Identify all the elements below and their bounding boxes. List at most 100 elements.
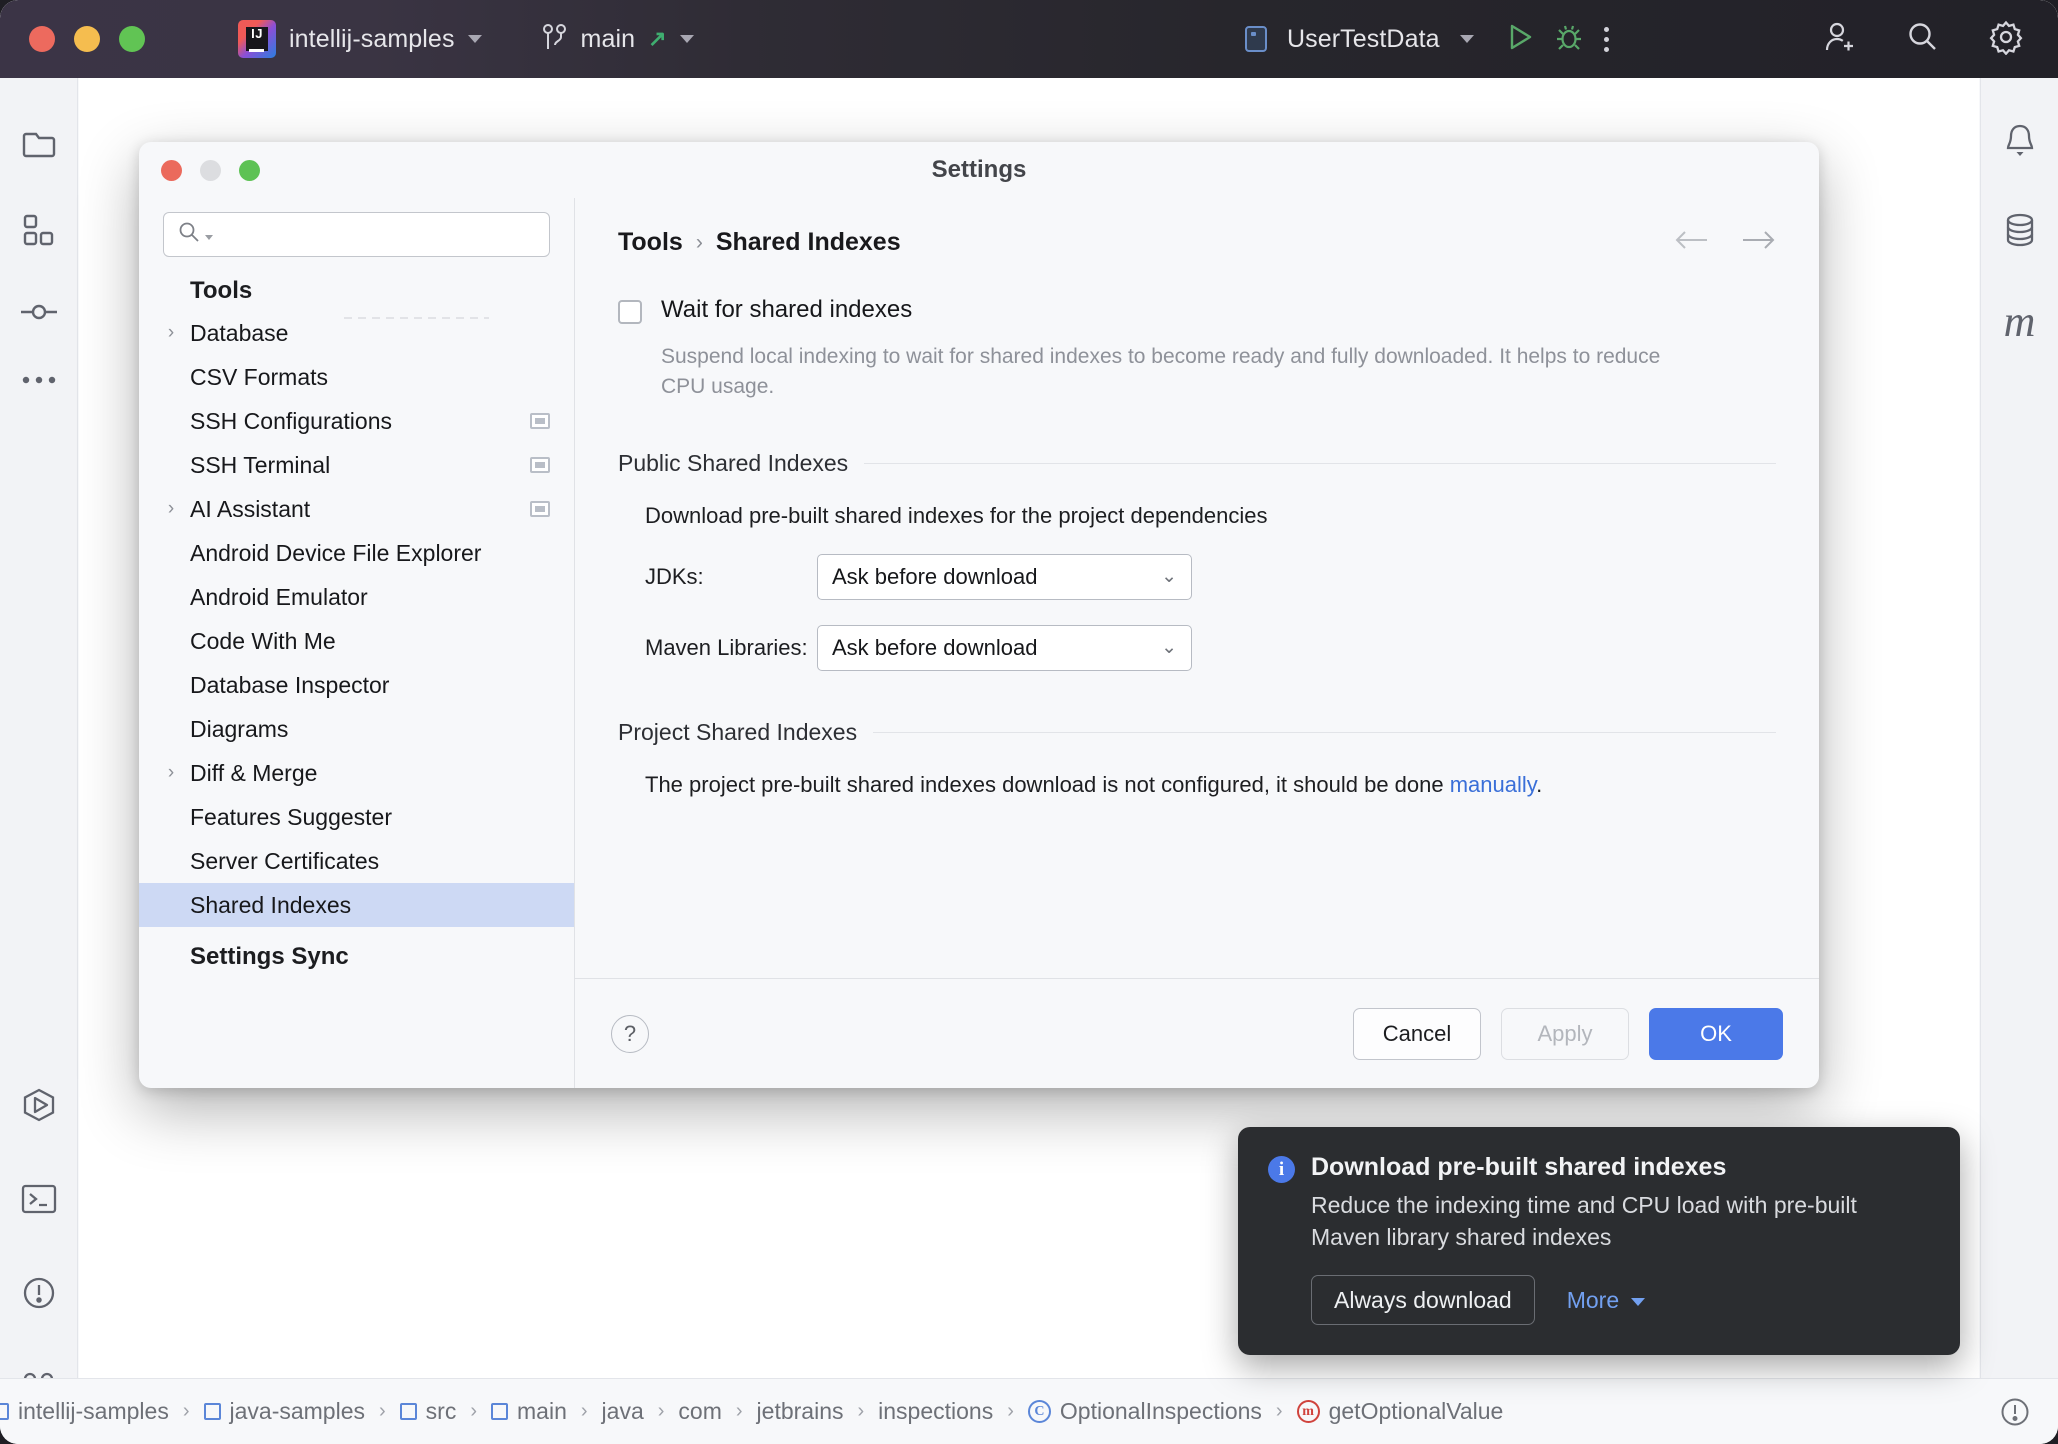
breadcrumb-item-com[interactable]: com (678, 1398, 721, 1425)
run-configuration-label[interactable]: UserTestData (1287, 25, 1440, 54)
breadcrumb-item-inspections[interactable]: inspections (878, 1398, 993, 1425)
chevron-down-icon[interactable] (1460, 35, 1474, 43)
maven-libraries-field-row: Maven Libraries: Ask before download ⌄ (645, 625, 1776, 671)
settings-tree-item-label: CSV Formats (190, 364, 328, 391)
notifications-bell-icon[interactable] (2001, 122, 2039, 167)
settings-tree-item-diagrams[interactable]: Diagrams (139, 707, 574, 751)
settings-tree-item-ai-assistant[interactable]: › AI Assistant (139, 487, 574, 531)
settings-tree-item-code-with-me[interactable]: Code With Me (139, 619, 574, 663)
non-project-setting-icon (530, 413, 550, 429)
settings-tree-item-label: Android Emulator (190, 584, 368, 611)
settings-tree-item-database-inspector[interactable]: Database Inspector (139, 663, 574, 707)
chevron-right-icon[interactable]: › (162, 762, 180, 784)
breadcrumb-item-intellij-samples[interactable]: intellij-samples (0, 1398, 169, 1425)
settings-tree-item-diff-merge[interactable]: ›Diff & Merge (139, 751, 574, 795)
commit-icon[interactable] (19, 300, 59, 329)
jdks-combobox[interactable]: Ask before download ⌄ (817, 554, 1192, 600)
window-traffic-lights[interactable] (29, 26, 145, 52)
maven-icon[interactable]: m (2004, 300, 2036, 344)
search-icon[interactable] (1905, 20, 1939, 59)
minimize-window-button[interactable] (74, 26, 100, 52)
settings-dialog: Settings Tools (139, 142, 1819, 1088)
settings-tree-item-csv-formats[interactable]: CSV Formats (139, 355, 574, 399)
run-icon[interactable] (1506, 22, 1534, 57)
more-tool-windows-icon[interactable] (20, 373, 58, 391)
navigation-bar: intellij-samples›java-samples›src›main›j… (0, 1378, 2058, 1444)
maven-libraries-combobox[interactable]: Ask before download ⌄ (817, 625, 1192, 671)
terminal-icon[interactable] (20, 1183, 58, 1220)
run-tool-window-icon[interactable] (20, 1086, 58, 1129)
breadcrumb-item-src[interactable]: src (400, 1398, 457, 1425)
back-arrow-icon[interactable] (1674, 229, 1708, 256)
settings-tree-item-android-emulator[interactable]: Android Emulator (139, 575, 574, 619)
apply-button: Apply (1501, 1008, 1629, 1060)
breadcrumb-item-optionalinspections[interactable]: COptionalInspections (1028, 1398, 1262, 1425)
breadcrumb-item-jetbrains[interactable]: jetbrains (757, 1398, 844, 1425)
always-download-button[interactable]: Always download (1311, 1275, 1535, 1325)
settings-tree-item-shared-indexes[interactable]: Shared Indexes (139, 883, 574, 927)
breadcrumb-item-label: OptionalInspections (1060, 1398, 1262, 1425)
cancel-button[interactable]: Cancel (1353, 1008, 1481, 1060)
search-filter-chevron-icon[interactable] (205, 235, 213, 240)
ok-button[interactable]: OK (1649, 1008, 1783, 1060)
dialog-title-bar: Settings (139, 142, 1819, 198)
breadcrumb-item-label: com (678, 1398, 721, 1425)
settings-tree[interactable]: Tools ›DatabaseCSV FormatsSSH Configurat… (139, 257, 574, 1088)
breadcrumb-item-java-samples[interactable]: java-samples (204, 1398, 366, 1425)
settings-search-input[interactable] (218, 213, 549, 256)
more-vertical-icon[interactable] (1604, 27, 1609, 52)
settings-tree-item-android-device-file-explorer[interactable]: Android Device File Explorer (139, 531, 574, 575)
breadcrumb-item-label: jetbrains (757, 1398, 844, 1425)
project-selector[interactable]: IJ intellij-samples (238, 20, 482, 58)
breadcrumb-parent[interactable]: Tools (618, 228, 683, 257)
git-branch-icon (542, 22, 568, 57)
settings-tree-item-label: SSH Terminal (190, 452, 330, 479)
account-add-icon[interactable] (1820, 19, 1856, 60)
wait-for-shared-indexes-row[interactable]: Wait for shared indexes (618, 296, 1776, 324)
settings-tree-item-label: Database (190, 320, 288, 347)
project-section-title: Project Shared Indexes (618, 719, 857, 746)
right-tool-window-bar: m (1980, 78, 2058, 1444)
problems-status-icon[interactable] (1998, 1395, 2032, 1429)
chevron-right-icon[interactable]: › (162, 498, 180, 520)
settings-tree-item-ssh-configurations[interactable]: SSH Configurations (139, 399, 574, 443)
gear-icon[interactable] (1988, 19, 2024, 60)
settings-tree-item-server-certificates[interactable]: Server Certificates (139, 839, 574, 883)
close-window-button[interactable] (29, 26, 55, 52)
breadcrumb-separator: › (696, 231, 703, 255)
module-icon (0, 1403, 9, 1420)
breadcrumb-separator: › (581, 1400, 588, 1423)
manually-link[interactable]: manually (1450, 772, 1536, 797)
project-icon[interactable] (19, 124, 59, 169)
breadcrumb-separator: › (736, 1400, 743, 1423)
intellij-idea-logo-icon: IJ (238, 20, 276, 58)
notification-more-button[interactable]: More (1567, 1287, 1645, 1314)
breadcrumb-item-getoptionalvalue[interactable]: mgetOptionalValue (1297, 1398, 1504, 1425)
settings-tree-item-features-suggester[interactable]: Features Suggester (139, 795, 574, 839)
notification-body: Reduce the indexing time and CPU load wi… (1311, 1190, 1930, 1253)
settings-search-box[interactable] (163, 212, 550, 257)
help-button[interactable]: ? (611, 1015, 649, 1053)
maximize-window-button[interactable] (119, 26, 145, 52)
breadcrumb-item-label: inspections (878, 1398, 993, 1425)
breadcrumb-item-main[interactable]: main (491, 1398, 567, 1425)
chevron-right-icon[interactable]: › (162, 322, 180, 344)
forward-arrow-icon[interactable] (1742, 229, 1776, 256)
database-icon[interactable] (2001, 211, 2039, 256)
settings-tree-item-database[interactable]: › Database (139, 311, 574, 355)
breadcrumb-item-java[interactable]: java (602, 1398, 644, 1425)
breadcrumb-item-label: getOptionalValue (1329, 1398, 1504, 1425)
problems-icon[interactable] (20, 1274, 58, 1317)
section-divider (864, 463, 1776, 464)
tree-group-header-settings-sync[interactable]: Settings Sync (139, 927, 574, 977)
debug-icon[interactable] (1554, 22, 1584, 57)
section-divider (873, 732, 1776, 733)
structure-icon[interactable] (21, 213, 57, 254)
wait-for-shared-indexes-checkbox[interactable] (618, 300, 642, 324)
ide-window: IJ intellij-samples main ↗ UserTestData (0, 0, 2058, 1444)
settings-tree-item-label: AI Assistant (190, 496, 310, 523)
settings-tree-item-ssh-terminal[interactable]: SSH Terminal (139, 443, 574, 487)
branch-selector[interactable]: main ↗ (542, 22, 694, 57)
settings-tree-item-label: Shared Indexes (190, 892, 351, 919)
settings-tree-pane: Tools ›DatabaseCSV FormatsSSH Configurat… (139, 198, 575, 1088)
